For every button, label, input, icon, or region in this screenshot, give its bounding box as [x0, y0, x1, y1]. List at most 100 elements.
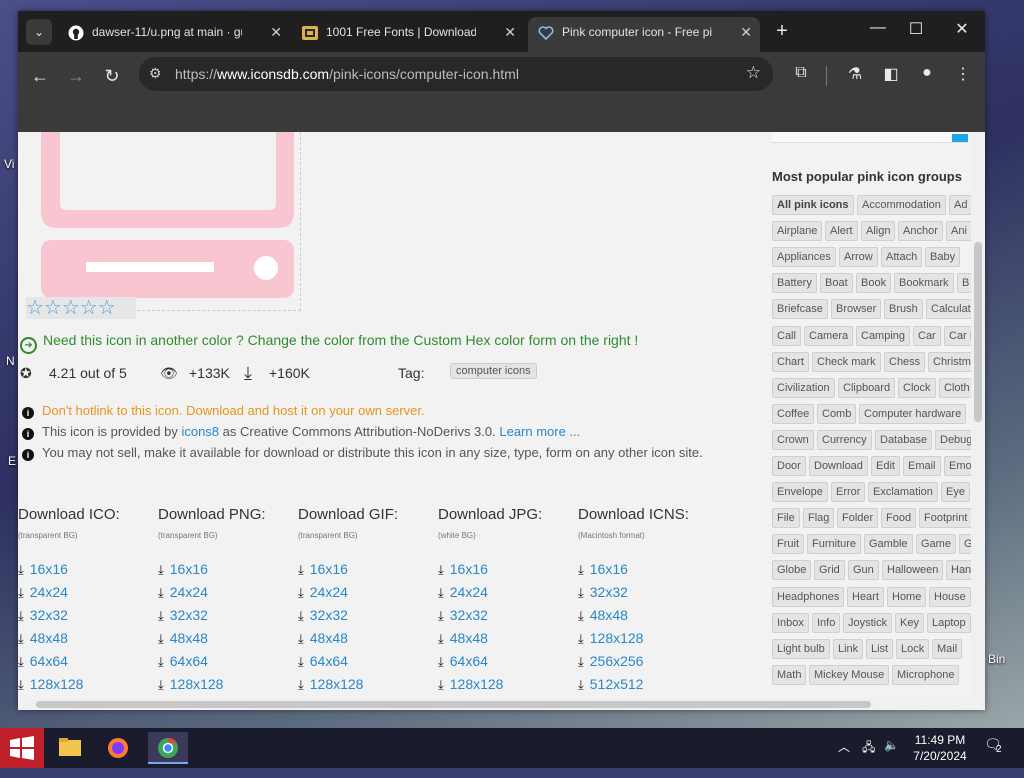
icon-group-chip[interactable]: Align [861, 221, 896, 242]
icon-group-chip[interactable]: Christm [928, 351, 976, 372]
icon-group-chip[interactable]: House [929, 586, 971, 607]
forward-icon[interactable]: → [64, 64, 88, 88]
minimize-button[interactable]: — [866, 19, 890, 37]
download-size-link[interactable]: ⤓ 64x64 [438, 653, 488, 670]
icon-group-chip[interactable]: Gun [848, 560, 879, 581]
icon-group-chip[interactable]: Download [809, 456, 868, 476]
download-size-link[interactable]: ⤓ 32x32 [578, 584, 628, 601]
desktop-icon-label[interactable]: Vi [4, 157, 14, 171]
icon-group-chip[interactable]: Exclamation [868, 482, 938, 503]
download-size-link[interactable]: ⤓ 48x48 [158, 630, 208, 647]
icon-group-chip[interactable]: Coffee [772, 403, 815, 424]
icon-group-chip[interactable]: Light bulb [772, 638, 830, 659]
icon-group-chip[interactable]: Alert [825, 221, 858, 242]
icon-group-chip[interactable]: Baby [925, 247, 961, 268]
icon-group-chip[interactable]: Error [831, 482, 866, 503]
icon-group-chip[interactable]: Ad [949, 195, 973, 215]
icon-group-chip[interactable]: Furniture [807, 534, 862, 555]
close-tab-icon[interactable]: ✕ [504, 17, 516, 47]
icon-group-chip[interactable]: Clipboard [838, 377, 896, 398]
icon-group-chip[interactable]: Check mark [812, 351, 881, 372]
show-hidden-icons[interactable]: ︿ [838, 738, 850, 778]
icon-group-chip[interactable]: Door [772, 456, 806, 476]
download-size-link[interactable]: ⤓ 128x128 [158, 676, 223, 693]
download-size-link[interactable]: ⤓ 256x256 [578, 653, 643, 670]
labs-flask-icon[interactable]: ⚗ [844, 64, 866, 84]
download-size-link[interactable]: ⤓ 128x128 [18, 676, 83, 693]
download-size-link[interactable]: ⤓ 32x32 [18, 607, 68, 624]
clock[interactable]: 11:49 PM 7/20/2024 [900, 732, 980, 764]
download-size-link[interactable]: ⤓ 16x16 [158, 561, 208, 578]
new-tab-button[interactable]: + [770, 20, 794, 43]
icon-group-chip[interactable]: Civilization [772, 377, 835, 398]
horizontal-scrollbar[interactable] [18, 698, 971, 710]
download-size-link[interactable]: ⤓ 64x64 [298, 653, 348, 670]
desktop-icon-label[interactable]: E [8, 454, 16, 468]
icon-group-chip[interactable]: Lock [896, 638, 930, 659]
chrome-icon[interactable] [148, 732, 188, 764]
file-explorer-icon[interactable] [50, 732, 90, 764]
download-size-link[interactable]: ⤓ 64x64 [18, 653, 68, 670]
icon-group-chip[interactable]: Home [887, 586, 927, 607]
icon-group-chip[interactable]: Edit [871, 456, 900, 476]
icon-group-chip[interactable]: Boat [820, 273, 853, 294]
icons8-link[interactable]: icons8 [181, 424, 219, 439]
download-size-link[interactable]: ⤓ 16x16 [438, 561, 488, 578]
bookmark-star-icon[interactable]: ☆ [746, 63, 761, 83]
vertical-scrollbar[interactable] [971, 132, 985, 710]
icon-group-chip[interactable]: All pink icons [772, 195, 854, 215]
icon-group-chip[interactable]: Brush [884, 299, 923, 320]
icon-group-chip[interactable]: Microphone [892, 664, 960, 685]
icon-group-chip[interactable]: Accommodation [857, 195, 946, 215]
learn-more-link[interactable]: Learn more ... [499, 424, 580, 439]
icon-group-chip[interactable]: List [866, 638, 894, 659]
download-size-link[interactable]: ⤓ 48x48 [18, 630, 68, 647]
star-rating[interactable]: ☆☆☆☆☆ [26, 297, 136, 319]
icon-group-chip[interactable]: Food [881, 508, 917, 529]
icon-group-chip[interactable]: Briefcase [772, 299, 828, 320]
icon-group-chip[interactable]: Mickey Mouse [809, 664, 890, 685]
icon-group-chip[interactable]: Key [895, 612, 924, 633]
icon-group-chip[interactable]: Chart [772, 351, 809, 372]
icon-group-chip[interactable]: Halloween [882, 560, 944, 581]
icon-group-chip[interactable]: Chess [884, 351, 926, 372]
download-size-link[interactable]: ⤓ 24x24 [18, 584, 68, 601]
icon-group-chip[interactable]: Heart [847, 586, 884, 607]
icon-group-chip[interactable]: Headphones [772, 586, 845, 607]
profile-icon[interactable]: ● [916, 64, 938, 82]
extensions-icon[interactable]: ⧉ [790, 64, 812, 82]
icon-group-chip[interactable]: Calculat [926, 299, 976, 320]
download-size-link[interactable]: ⤓ 24x24 [438, 584, 488, 601]
side-panel-icon[interactable]: ◧ [880, 64, 902, 84]
volume-icon[interactable]: 🔈 [884, 738, 899, 778]
recycle-bin-label[interactable]: Bin [988, 652, 1005, 666]
icon-group-chip[interactable]: Inbox [772, 612, 809, 633]
back-icon[interactable]: ← [28, 64, 52, 88]
tab-iconsdb[interactable]: Pink computer icon - Free pink ✕ [528, 17, 760, 52]
download-size-link[interactable]: ⤓ 24x24 [298, 584, 348, 601]
icon-group-chip[interactable]: Bookmark [894, 273, 954, 294]
icon-group-chip[interactable]: Mail [932, 638, 963, 659]
icon-group-chip[interactable]: Car [913, 325, 941, 346]
tab-fonts[interactable]: 1001 Free Fonts | Download Fr ✕ [292, 17, 524, 52]
tag-chip[interactable]: computer icons [450, 363, 537, 379]
network-icon[interactable]: 🖧 [862, 738, 875, 778]
icon-group-chip[interactable]: Cloth [939, 377, 975, 398]
download-size-link[interactable]: ⤓ 32x32 [158, 607, 208, 624]
icon-group-chip[interactable]: Laptop [927, 612, 971, 633]
download-size-link[interactable]: ⤓ 128x128 [438, 676, 503, 693]
icon-group-chip[interactable]: Airplane [772, 221, 823, 242]
start-button[interactable] [0, 728, 44, 768]
icon-group-chip[interactable]: Globe [772, 560, 812, 581]
icon-group-chip[interactable]: Game [916, 534, 956, 555]
download-size-link[interactable]: ⤓ 24x24 [158, 584, 208, 601]
icon-group-chip[interactable]: Link [833, 638, 864, 659]
icon-group-chip[interactable]: Clock [898, 377, 936, 398]
icon-group-chip[interactable]: Appliances [772, 247, 836, 268]
icon-group-chip[interactable]: Attach [881, 247, 923, 268]
download-size-link[interactable]: ⤓ 64x64 [158, 653, 208, 670]
icon-group-chip[interactable]: File [772, 508, 800, 529]
address-bar[interactable]: ⚙ https://www.iconsdb.com/pink-icons/com… [139, 57, 773, 91]
icon-group-chip[interactable]: Battery [772, 273, 817, 294]
icon-group-chip[interactable]: Computer hardware [859, 403, 967, 424]
